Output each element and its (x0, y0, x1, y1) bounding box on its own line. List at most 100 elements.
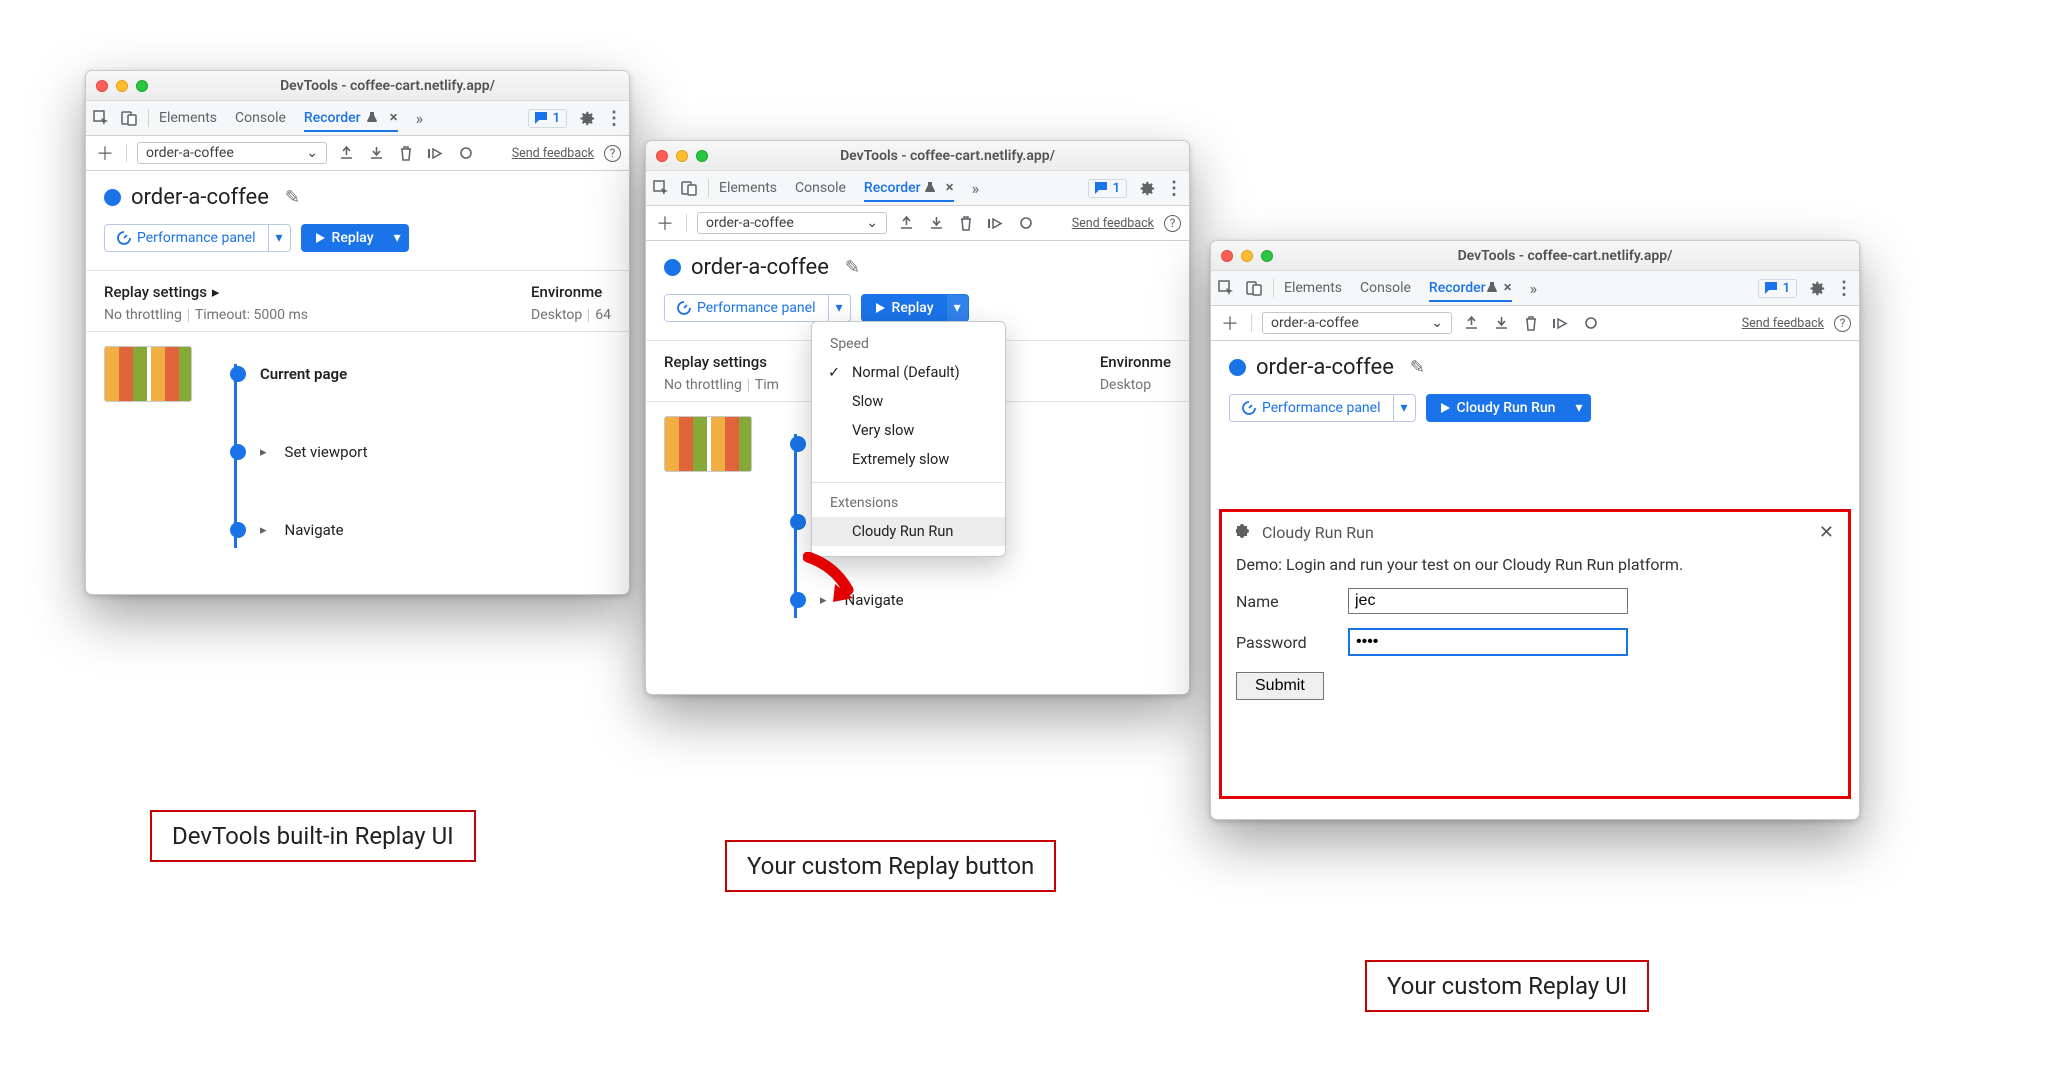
minimize-window-icon[interactable] (676, 150, 688, 162)
record-icon[interactable] (457, 144, 475, 162)
step-set-viewport[interactable]: Set viewport (285, 443, 368, 461)
menu-item-cloudy-run-run[interactable]: Cloudy Run Run (812, 517, 1005, 546)
close-tab-icon[interactable]: × (1504, 278, 1512, 296)
trash-icon[interactable] (397, 144, 415, 162)
flow-select[interactable]: order-a-coffee ⌄ (137, 142, 327, 164)
send-feedback-link[interactable]: Send feedback (1742, 316, 1824, 331)
flow-select[interactable]: order-a-coffee⌄ (697, 212, 887, 234)
new-recording-icon[interactable]: ＋ (1219, 310, 1241, 336)
help-icon[interactable]: ? (1834, 315, 1851, 332)
close-window-icon[interactable] (1221, 250, 1233, 262)
new-recording-icon[interactable]: ＋ (654, 210, 676, 236)
device-icon[interactable] (1245, 279, 1263, 297)
more-tabs-icon[interactable]: » (1530, 279, 1538, 298)
more-tabs-icon[interactable]: » (972, 179, 980, 198)
edit-icon[interactable]: ✎ (1410, 357, 1425, 378)
trash-icon[interactable] (1522, 314, 1540, 332)
tab-recorder[interactable]: Recorder × (864, 174, 954, 202)
issues-badge[interactable]: 1 (1088, 179, 1127, 198)
environment-values: Desktop64 (531, 307, 611, 323)
send-feedback-link[interactable]: Send feedback (1072, 216, 1154, 231)
device-icon[interactable] (120, 109, 138, 127)
tab-console[interactable]: Console (795, 176, 846, 200)
export-icon[interactable] (897, 214, 915, 232)
tab-elements[interactable]: Elements (719, 176, 777, 200)
step-play-icon[interactable] (1552, 314, 1570, 332)
minimize-window-icon[interactable] (1241, 250, 1253, 262)
replay-dropdown[interactable]: ▾ (387, 224, 409, 252)
gear-icon[interactable] (1807, 279, 1825, 297)
issues-badge[interactable]: 1 (1758, 279, 1797, 298)
trash-icon[interactable] (957, 214, 975, 232)
titlebar: DevTools - coffee-cart.netlify.app/ (1211, 241, 1859, 271)
inspect-icon[interactable] (1217, 279, 1235, 297)
issues-badge[interactable]: 1 (528, 109, 567, 128)
tab-elements[interactable]: Elements (159, 106, 217, 130)
maximize-window-icon[interactable] (696, 150, 708, 162)
import-icon[interactable] (367, 144, 385, 162)
replay-button[interactable]: Replay (301, 224, 387, 252)
name-input[interactable] (1348, 588, 1628, 614)
replay-button[interactable]: Replay (861, 294, 947, 322)
maximize-window-icon[interactable] (136, 80, 148, 92)
maximize-window-icon[interactable] (1261, 250, 1273, 262)
send-feedback-link[interactable]: Send feedback (512, 146, 594, 161)
kebab-icon[interactable]: ⋮ (1165, 179, 1183, 197)
step-play-icon[interactable] (987, 214, 1005, 232)
step-play-icon[interactable] (427, 144, 445, 162)
minimize-window-icon[interactable] (116, 80, 128, 92)
inspect-icon[interactable] (652, 179, 670, 197)
tab-console[interactable]: Console (1360, 276, 1411, 300)
menu-item-extremely-slow[interactable]: Extremely slow (812, 445, 1005, 474)
performance-panel-dropdown[interactable]: ▾ (269, 224, 291, 252)
gear-icon[interactable] (577, 109, 595, 127)
import-icon[interactable] (1492, 314, 1510, 332)
close-window-icon[interactable] (96, 80, 108, 92)
edit-icon[interactable]: ✎ (845, 257, 860, 278)
performance-panel-dropdown[interactable]: ▾ (1394, 394, 1416, 422)
caret-right-icon: ▸ (260, 445, 267, 460)
kebab-icon[interactable]: ⋮ (605, 109, 623, 127)
device-icon[interactable] (680, 179, 698, 197)
caret-right-icon: ▸ (260, 523, 267, 538)
cloudy-run-run-dropdown[interactable]: ▾ (1568, 394, 1590, 422)
tab-console[interactable]: Console (235, 106, 286, 130)
step-navigate[interactable]: Navigate (285, 521, 344, 539)
more-tabs-icon[interactable]: » (416, 109, 424, 128)
replay-dropdown[interactable]: ▾ (947, 294, 969, 322)
tab-recorder[interactable]: Recorder × (304, 104, 398, 132)
export-icon[interactable] (337, 144, 355, 162)
kebab-icon[interactable]: ⋮ (1835, 279, 1853, 297)
tab-recorder[interactable]: Recorder× (1429, 274, 1512, 302)
record-icon[interactable] (1017, 214, 1035, 232)
tab-elements[interactable]: Elements (1284, 276, 1342, 300)
close-window-icon[interactable] (656, 150, 668, 162)
performance-panel-button[interactable]: Performance panel (1229, 394, 1394, 422)
menu-item-very-slow[interactable]: Very slow (812, 416, 1005, 445)
record-icon[interactable] (1582, 314, 1600, 332)
new-recording-icon[interactable]: ＋ (94, 140, 116, 166)
menu-item-slow[interactable]: Slow (812, 387, 1005, 416)
recorder-toolbar: ＋ order-a-coffee⌄ Send feedback ? (646, 206, 1189, 241)
help-icon[interactable]: ? (1164, 215, 1181, 232)
menu-item-normal[interactable]: Normal (Default) (812, 358, 1005, 387)
edit-icon[interactable]: ✎ (285, 187, 300, 208)
submit-button[interactable]: Submit (1236, 672, 1324, 700)
flow-select[interactable]: order-a-coffee⌄ (1262, 312, 1452, 334)
password-input[interactable] (1348, 628, 1628, 656)
help-icon[interactable]: ? (604, 145, 621, 162)
performance-panel-dropdown[interactable]: ▾ (829, 294, 851, 322)
replay-settings-header[interactable]: Replay settings ▸ (104, 283, 308, 301)
replay-settings-header[interactable]: Replay settings (664, 353, 779, 371)
gear-icon[interactable] (1137, 179, 1155, 197)
step-current-page[interactable]: Current page (260, 365, 347, 383)
export-icon[interactable] (1462, 314, 1480, 332)
import-icon[interactable] (927, 214, 945, 232)
performance-panel-button[interactable]: Performance panel (104, 224, 269, 252)
close-tab-icon[interactable]: × (946, 178, 954, 196)
inspect-icon[interactable] (92, 109, 110, 127)
close-panel-icon[interactable]: ✕ (1819, 522, 1834, 543)
performance-panel-button[interactable]: Performance panel (664, 294, 829, 322)
cloudy-run-run-button[interactable]: Cloudy Run Run (1426, 394, 1569, 422)
close-tab-icon[interactable]: × (390, 108, 398, 126)
